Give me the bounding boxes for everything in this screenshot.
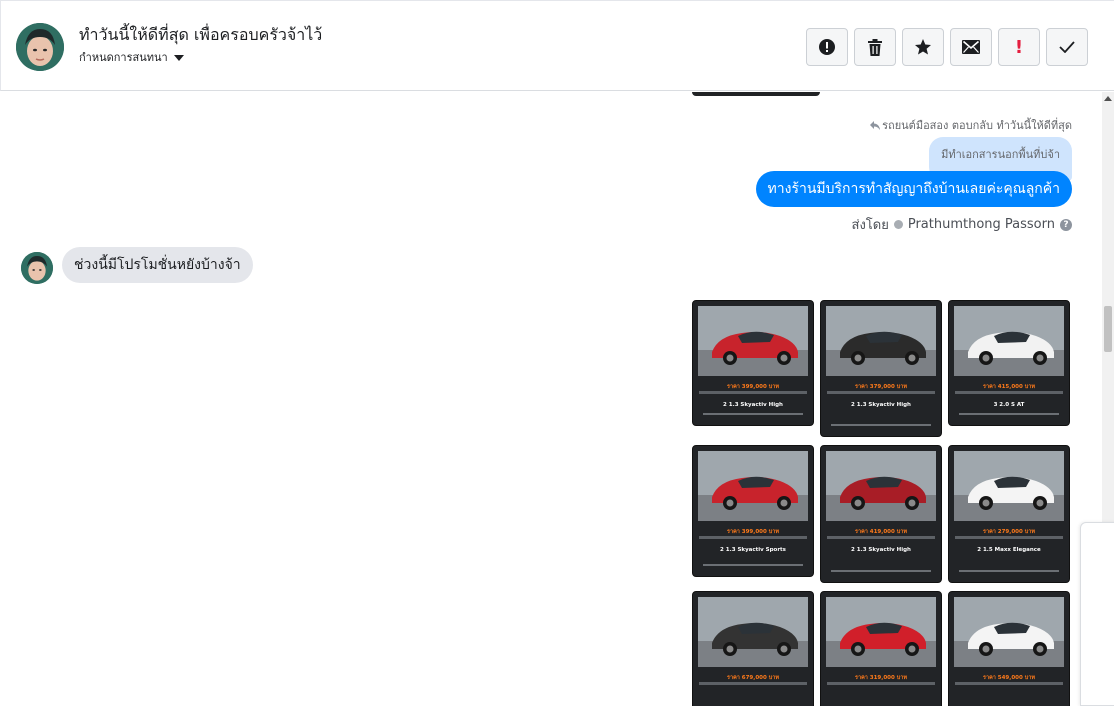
follow-up-button[interactable]: !	[998, 28, 1040, 66]
scroll-thumb[interactable]	[1104, 306, 1112, 352]
sent-by-name[interactable]: Prathumthong Passorn	[908, 217, 1055, 232]
car-photo	[826, 451, 936, 521]
help-icon[interactable]: ?	[1060, 218, 1072, 231]
star-button[interactable]	[902, 28, 944, 66]
side-panel-edge[interactable]	[1080, 522, 1114, 706]
car-footer-line	[703, 413, 803, 415]
star-icon	[915, 39, 931, 55]
sender-avatar[interactable]	[21, 252, 53, 284]
incoming-message[interactable]: ช่วงนี้มีโปรโมชั่นหยังบ้างจ้า	[62, 247, 253, 283]
reply-icon	[870, 120, 881, 130]
car-model: 3 2.0 S AT	[993, 402, 1025, 408]
car-listing-image[interactable]: ราคา 379,000 บาท 2 1.3 Skyactiv High	[820, 300, 942, 437]
caret-down-icon	[173, 54, 184, 61]
car-photo	[954, 597, 1064, 667]
car-listing-image[interactable]: ราคา 399,000 บาท 2 1.3 Skyactiv High	[692, 300, 814, 426]
mark-unread-button[interactable]	[950, 28, 992, 66]
car-footer-line	[831, 424, 931, 426]
mark-done-button[interactable]	[1046, 28, 1088, 66]
car-model: 2 1.3 Skyactiv High	[851, 402, 911, 408]
alert-circle-icon	[819, 39, 835, 55]
car-model: 2 1.5 Maxx Elegance	[977, 547, 1041, 553]
user-status-icon	[893, 220, 903, 229]
car-details-line	[827, 682, 935, 685]
messenger-conversation: ทำวันนี้ให้ดีที่สุด เพื่อครอบครัวจ้าไว้ …	[0, 0, 1114, 706]
contact-avatar[interactable]	[16, 23, 64, 71]
reply-meta: รถยนต์มือสอง ตอบกลับ ทำวันนี้ให้ดีที่สุด	[870, 116, 1072, 134]
car-footer-line	[831, 570, 931, 572]
car-price: ราคา 399,000 บาท	[727, 384, 779, 390]
car-price: ราคา 319,000 บาท	[855, 675, 907, 681]
check-icon	[1059, 41, 1075, 53]
car-price: ราคา 549,000 บาท	[983, 675, 1035, 681]
car-image-gallery: ราคา 399,000 บาท 2 1.3 Skyactiv High ราคา …	[692, 300, 1070, 706]
car-price: ราคา 679,000 บาท	[727, 675, 779, 681]
car-listing-image[interactable]: ราคา 279,000 บาท 2 1.5 Maxx Elegance	[948, 445, 1070, 583]
car-details-line	[955, 391, 1063, 394]
trash-icon	[868, 38, 882, 56]
car-photo	[698, 597, 808, 667]
car-price: ราคา 419,000 บาท	[855, 529, 907, 535]
car-details-line	[955, 682, 1063, 685]
conversation-settings-label: กำหนดการสนทนา	[79, 51, 168, 64]
car-model: 2 1.3 Skyactiv High	[851, 547, 911, 553]
car-footer-line	[959, 570, 1059, 572]
scroll-up-arrow-icon[interactable]	[1104, 96, 1112, 101]
car-price: ราคา 279,000 บาท	[983, 529, 1035, 535]
conversation-settings-dropdown[interactable]: กำหนดการสนทนา	[79, 48, 184, 66]
car-footer-line	[703, 564, 803, 566]
outgoing-message[interactable]: ทางร้านมีบริการทำสัญญาถึงบ้านเลยค่ะคุณลู…	[755, 171, 1072, 207]
car-price: ราคา 399,000 บาท	[727, 529, 779, 535]
car-details-line	[699, 536, 807, 539]
car-details-line	[827, 391, 935, 394]
message-thread: รถยนต์มือสอง ตอบกลับ ทำวันนี้ให้ดีที่สุด…	[0, 92, 1102, 706]
conversation-toolbar: !	[806, 28, 1088, 66]
sent-by-info: ส่งโดย Prathumthong Passorn ?	[852, 214, 1072, 235]
car-listing-image[interactable]: ราคา 419,000 บาท 2 1.3 Skyactiv High	[820, 445, 942, 583]
car-footer-line	[959, 413, 1059, 415]
sent-by-prefix: ส่งโดย	[851, 218, 889, 233]
car-photo	[826, 597, 936, 667]
car-price: ราคา 379,000 บาท	[855, 384, 907, 390]
car-listing-image[interactable]: ราคา 399,000 บาท 2 1.3 Skyactiv Sports	[692, 445, 814, 577]
mark-spam-button[interactable]	[806, 28, 848, 66]
car-details-line	[699, 391, 807, 394]
car-details-line	[955, 536, 1063, 539]
delete-button[interactable]	[854, 28, 896, 66]
car-photo	[698, 451, 808, 521]
exclamation-icon: !	[1014, 36, 1024, 58]
car-details-line	[699, 682, 807, 685]
conversation-title: ทำวันนี้ให้ดีที่สุด เพื่อครอบครัวจ้าไว้	[79, 25, 323, 44]
car-photo	[954, 306, 1064, 376]
conversation-header: ทำวันนี้ให้ดีที่สุด เพื่อครอบครัวจ้าไว้ …	[0, 0, 1114, 91]
car-photo	[826, 306, 936, 376]
car-listing-image[interactable]: ราคา 549,000 บาท	[948, 591, 1070, 706]
car-details-line	[827, 536, 935, 539]
reply-meta-text: รถยนต์มือสอง ตอบกลับ ทำวันนี้ให้ดีที่สุด	[882, 119, 1072, 132]
envelope-icon	[962, 40, 980, 54]
car-photo	[954, 451, 1064, 521]
car-listing-image[interactable]: ราคา 679,000 บาท	[692, 591, 814, 706]
car-model: 2 1.3 Skyactiv High	[723, 402, 783, 408]
car-photo	[698, 306, 808, 376]
car-listing-image[interactable]: ราคา 415,000 บาท 3 2.0 S AT	[948, 300, 1070, 426]
car-price: ราคา 415,000 บาท	[983, 384, 1035, 390]
car-model: 2 1.3 Skyactiv Sports	[720, 547, 786, 553]
car-listing-image[interactable]: ราคา 319,000 บาท	[820, 591, 942, 706]
previous-attachment	[692, 92, 820, 96]
